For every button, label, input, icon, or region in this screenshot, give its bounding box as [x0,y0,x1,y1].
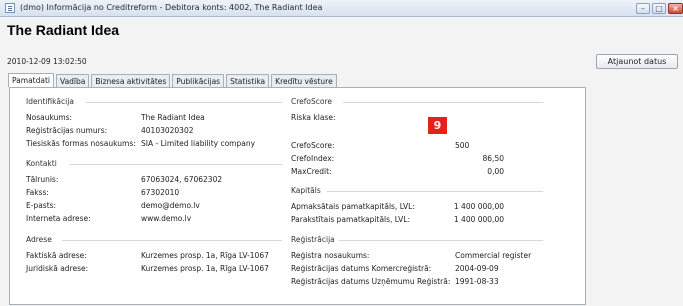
section-contacts: Kontakti [26,159,282,168]
registration-number-label: Reģistrācijas numurs: [26,126,108,135]
phone-label: Tālrunis: [26,175,59,184]
crefoindex-label: CrefoIndex: [291,154,335,163]
section-capital: Kapitāls [291,186,543,195]
page-title: The Radiant Idea [7,22,120,38]
fax-value: 67302010 [141,188,180,197]
section-divider [339,240,543,241]
section-divider [62,240,282,241]
section-heading-registration: Reģistrācija [291,235,335,244]
section-heading-contacts: Kontakti [26,159,57,168]
legal-address-label: Juridiskā adrese: [26,264,89,273]
tab-bar: Pamatdati Vadība Biznesa aktivitātes Pub… [8,73,339,87]
crefoscore-label: CrefoScore: [291,141,335,150]
maxcredit-label: MaxCredit: [291,167,332,176]
risk-class-badge: 9 [428,117,447,134]
tab-publications[interactable]: Publikācijas [172,74,225,87]
section-divider [86,102,282,103]
registry-name-value: Commercial register [455,251,532,260]
window-title: (dmo) Informācija no Creditreform - Debi… [20,3,323,12]
section-heading-identification: Identifikācija [26,97,74,106]
section-divider [70,164,282,165]
refresh-data-button[interactable]: Atjaunot datus [596,54,678,69]
paid-capital-value: 1 400 000,00 [453,202,504,211]
timestamp: 2010-12-09 13:02:50 [7,57,87,66]
section-divider [343,102,543,103]
email-label: E-pasts: [26,201,57,210]
actual-address-value: Kurzemes prosp. 1a, Rīga LV-1067 [141,251,269,260]
maximize-icon[interactable]: □ [652,3,666,14]
section-identification: Identifikācija [26,97,282,106]
enterprise-register-date-label: Reģistrācijas datums Uzņēmumu Reģistrā: [291,277,451,286]
section-address: Adrese [26,235,282,244]
legal-form-label: Tiesiskās formas nosaukums: [26,139,136,148]
tab-statistics[interactable]: Statistika [226,74,270,87]
actual-address-label: Faktiskā adrese: [26,251,87,260]
legal-address-value: Kurzemes prosp. 1a, Rīga LV-1067 [141,264,269,273]
enterprise-register-date-value: 1991-08-33 [455,277,499,286]
crefoscore-value: 500 [455,141,470,150]
section-heading-crefoscore: CrefoScore [291,97,333,106]
maxcredit-value: 0,00 [487,167,504,176]
window-titlebar: (dmo) Informācija no Creditreform - Debi… [0,0,683,17]
fax-label: Fakss: [26,188,49,197]
tab-credit-history[interactable]: Kredītu vēsture [271,74,337,87]
section-heading-capital: Kapitāls [291,186,321,195]
minimize-icon[interactable]: – [636,3,650,14]
website-label: Interneta adrese: [26,214,91,223]
tab-management[interactable]: Vadība [56,74,90,87]
phone-value: 67063024, 67062302 [141,175,223,184]
tab-basic-data[interactable]: Pamatdati [8,73,55,87]
legal-form-value: SIA - Limited liability company [141,139,256,148]
section-registration: Reģistrācija [291,235,543,244]
crefoindex-value: 86,50 [482,154,504,163]
section-divider [327,191,543,192]
tab-business-activities[interactable]: Biznesa aktivitātes [91,74,171,87]
signed-capital-value: 1 400 000,00 [453,215,504,224]
commercial-register-date-label: Reģistrācijas datums Komercreģistrā: [291,264,432,273]
registry-name-label: Reģistra nosaukums: [291,251,370,260]
website-value: www.demo.lv [141,214,192,223]
section-crefoscore: CrefoScore [291,97,543,106]
email-value: demo@demo.lv [141,201,200,210]
name-value: The Radiant Idea [141,113,205,122]
close-icon[interactable]: × [668,3,683,14]
section-heading-address: Adrese [26,235,52,244]
signed-capital-label: Parakstītais pamatkapitāls, LVL: [291,215,410,224]
commercial-register-date-value: 2004-09-09 [455,264,499,273]
paid-capital-label: Apmaksātais pamatkapitāls, LVL: [291,202,415,211]
registration-number-value: 40103020302 [141,126,194,135]
app-window-icon [5,3,15,13]
name-label: Nosaukums: [26,113,73,122]
risk-class-label: Riska klase: [291,113,336,122]
